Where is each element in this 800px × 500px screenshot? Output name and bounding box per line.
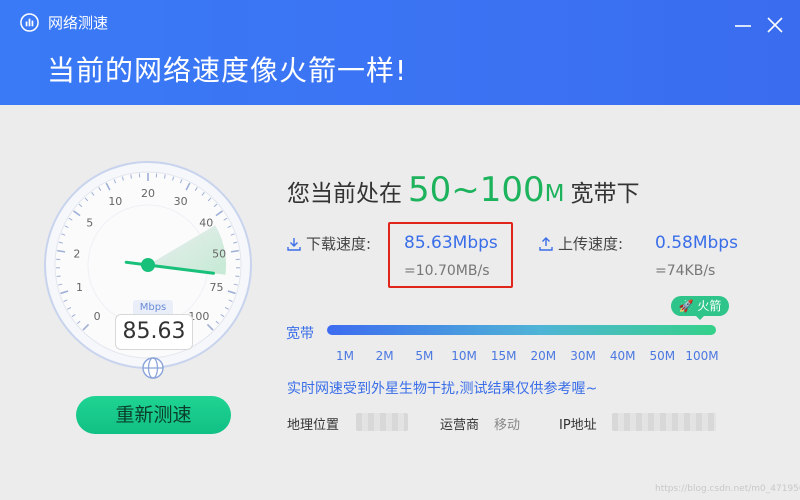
gauge-tick-label: 40 [199, 217, 213, 230]
gauge-tick-label: 0 [94, 310, 101, 323]
bandwidth-tick: 2M [375, 349, 394, 363]
summary-prefix: 您当前处在 [287, 181, 402, 207]
gauge-tick [235, 275, 240, 278]
gauge-tick-label: 5 [86, 217, 93, 230]
gauge-tick [56, 275, 61, 278]
headline: 当前的网络速度像火箭一样! [47, 54, 408, 87]
isp-value: 移动 [494, 418, 521, 433]
bandwidth-tick: 30M [570, 349, 596, 363]
disclaimer: 实时网速受到外星生物干扰,测试结果仅供参考喔~ [287, 381, 598, 397]
gauge-tick-label: 75 [209, 281, 223, 294]
upload-label: 上传速度: [558, 235, 624, 253]
minimize-icon[interactable] [730, 12, 756, 38]
upload-arrow-icon [539, 237, 553, 251]
gauge-tick-label: 1 [76, 281, 83, 294]
upload-value: 0.58Mbps [655, 233, 738, 253]
ip-value-redacted [612, 413, 716, 431]
close-icon[interactable] [762, 12, 788, 38]
download-arrow-icon [287, 238, 301, 251]
bandwidth-summary: 您当前处在 50~100M 宽带下 [287, 170, 640, 220]
location-value-redacted [356, 413, 408, 431]
bandwidth-tick: 15M [490, 349, 517, 363]
upload-bytes: =74KB/s [655, 263, 716, 279]
gauge-tick-label: 50 [212, 248, 226, 261]
retest-button[interactable]: 重新测速 [76, 396, 231, 434]
bandwidth-tick: 40M [609, 349, 636, 363]
gauge-tick-label: 10 [108, 195, 122, 208]
ip-label: IP地址 [559, 418, 597, 433]
bandwidth-tick: 100M [685, 349, 719, 363]
speedometer-logo-icon [20, 13, 39, 32]
speed-gauge: 0 1 2 5 10 20 30 40 50 75 100 [44, 160, 268, 384]
summary-suffix: 宽带下 [570, 181, 640, 207]
gauge-tick-label: 30 [174, 195, 188, 208]
globe-icon[interactable] [141, 356, 165, 380]
rocket-badge: 🚀 火箭 [671, 296, 729, 320]
gauge-needle-hub [141, 258, 155, 272]
bandwidth-label: 宽带 [286, 326, 314, 342]
download-label: 下载速度: [306, 235, 372, 253]
bandwidth-tick: 10M [451, 349, 477, 363]
bandwidth-tick: 50M [649, 349, 676, 363]
location-label: 地理位置 [287, 418, 340, 433]
bandwidth-tick: 1M [336, 349, 354, 363]
bandwidth-tick: 20M [530, 349, 557, 363]
gauge-dial: 0125102030405075100 [44, 161, 252, 369]
bandwidth-bar [327, 325, 716, 335]
highlight-box [388, 222, 513, 288]
window-title: 网络测速 [48, 14, 109, 32]
isp-label: 运营商 [440, 418, 480, 433]
summary-range: 50~100M [408, 170, 565, 210]
gauge-tick-label: 2 [73, 248, 80, 261]
bandwidth-tick: 5M [415, 349, 434, 363]
title-bar: 网络测速 当前的网络速度像火箭一样! [0, 0, 800, 105]
watermark: https://blog.csdn.net/m0_47195083 [655, 484, 800, 494]
gauge-tick-label: 20 [141, 187, 155, 200]
rocket-icon: 🚀 [678, 299, 694, 313]
speed-readout: 85.63 [115, 314, 193, 350]
